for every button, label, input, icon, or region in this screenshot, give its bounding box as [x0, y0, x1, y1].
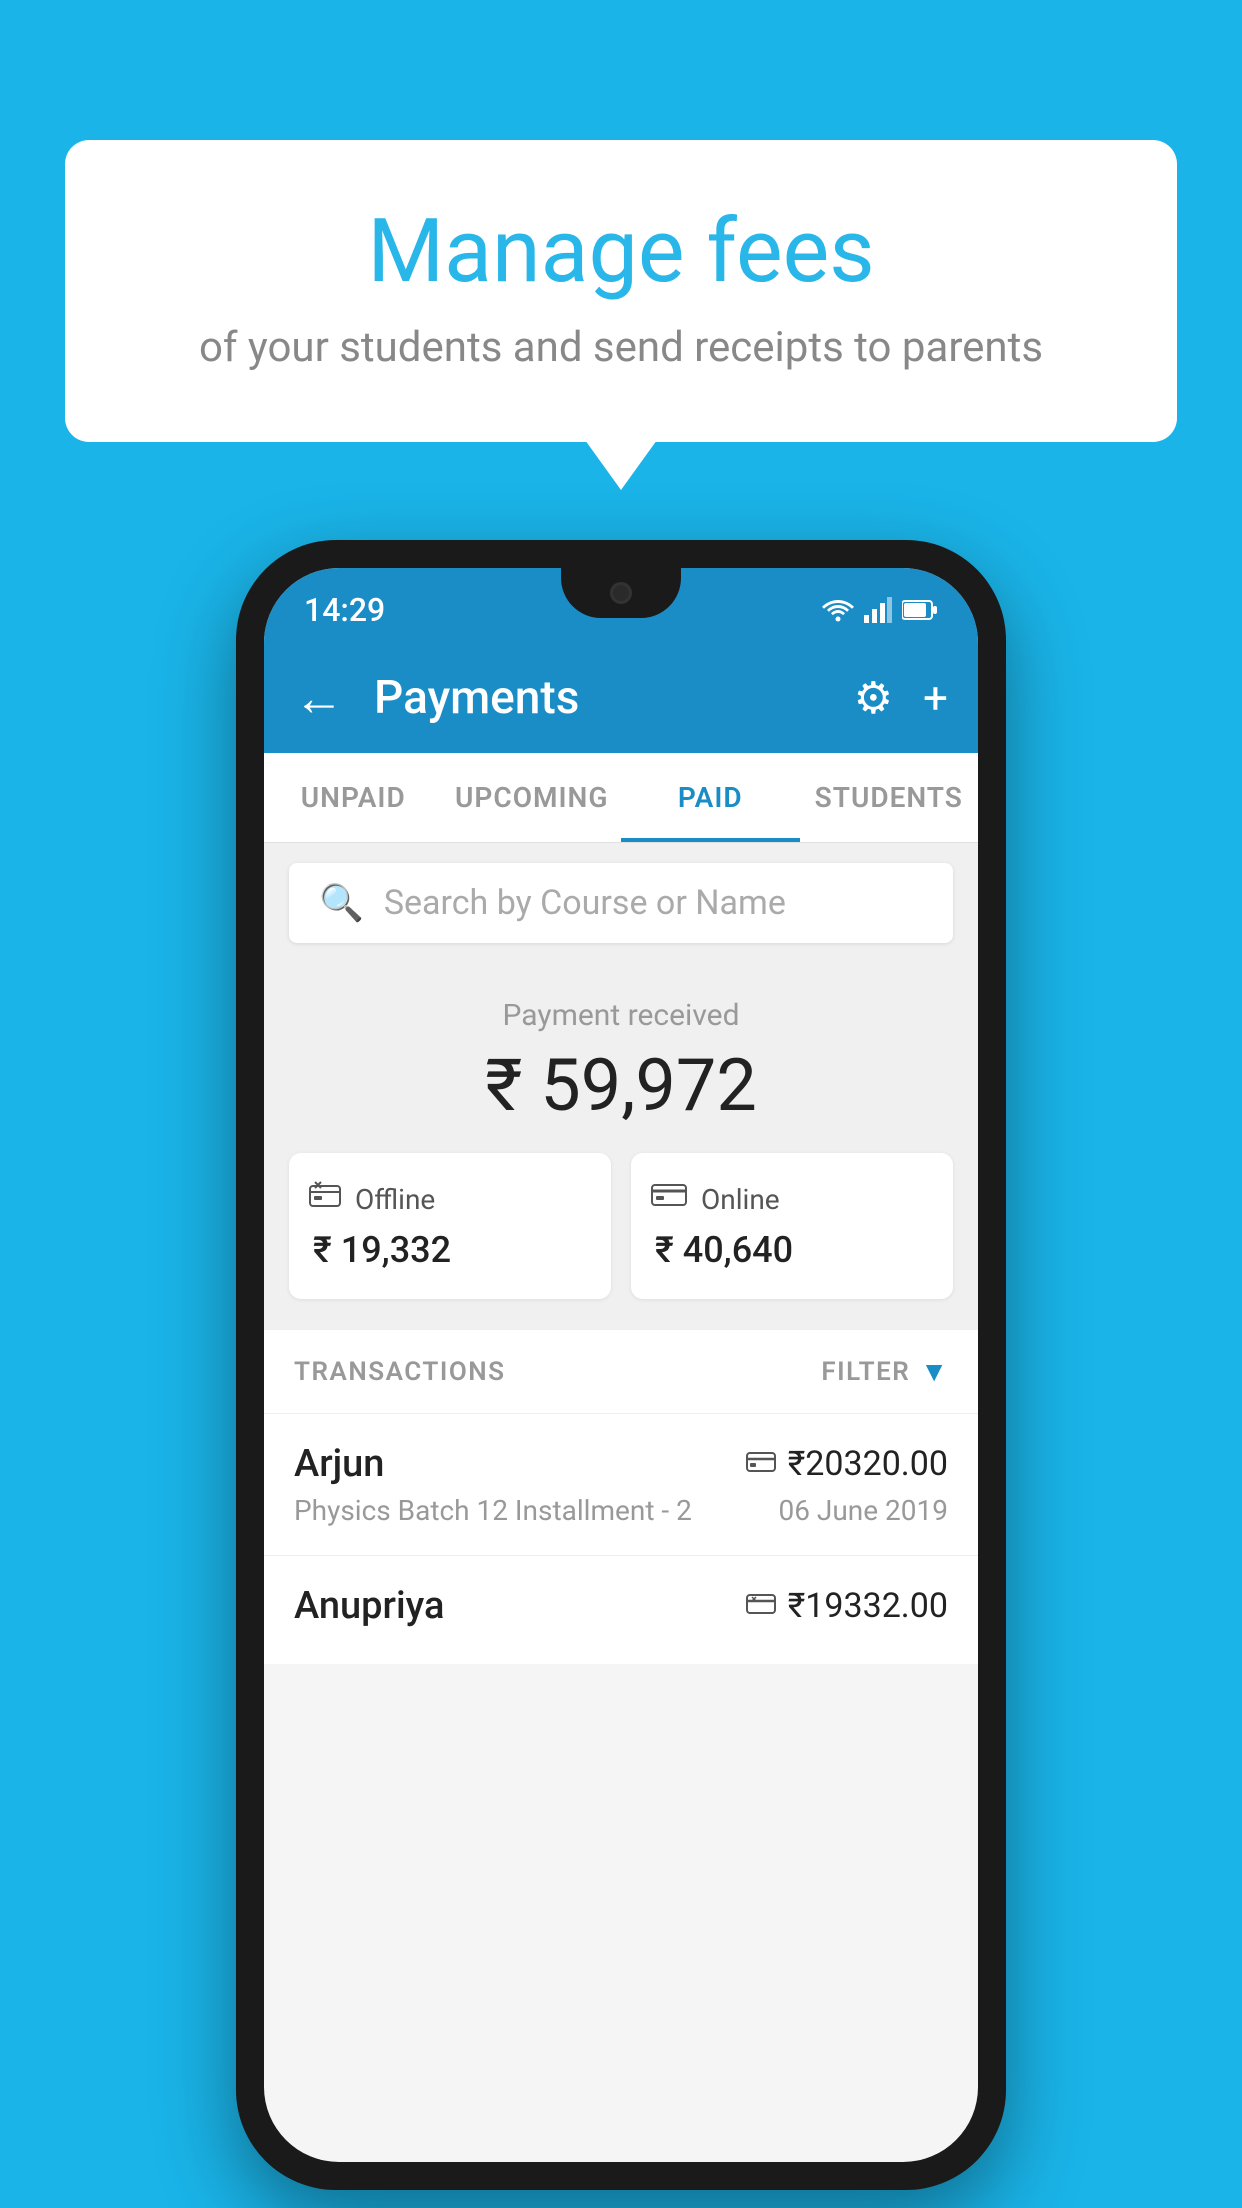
online-label: Online: [701, 1183, 780, 1216]
signal-icon: [864, 597, 892, 623]
tab-students[interactable]: STUDENTS: [800, 753, 979, 842]
offline-payment-card: Offline ₹ 19,332: [289, 1153, 611, 1299]
tabs-container: UNPAID UPCOMING PAID STUDENTS: [264, 753, 978, 843]
phone-screen: 14:29: [264, 568, 978, 2162]
speech-bubble-container: Manage fees of your students and send re…: [65, 140, 1177, 442]
transaction-type-icon-arjun: [746, 1451, 776, 1477]
transaction-type-icon-anupriya: [746, 1593, 776, 1619]
back-button[interactable]: ←: [294, 669, 344, 728]
transaction-top-arjun: Arjun ₹20320.00: [294, 1442, 948, 1486]
speech-bubble-title: Manage fees: [145, 200, 1097, 303]
offline-card-header: Offline: [309, 1181, 435, 1217]
status-time: 14:29: [304, 591, 385, 629]
app-bar-actions: ⚙ +: [854, 672, 948, 724]
search-input[interactable]: Search by Course or Name: [384, 883, 786, 923]
offline-icon: [309, 1181, 341, 1217]
app-bar: ← Payments ⚙ +: [264, 643, 978, 753]
search-bar[interactable]: 🔍 Search by Course or Name: [289, 863, 953, 943]
transaction-amount-anupriya: ₹19332.00: [746, 1586, 948, 1626]
settings-button[interactable]: ⚙: [854, 672, 893, 724]
speech-bubble-subtitle: of your students and send receipts to pa…: [145, 323, 1097, 372]
filter-label: FILTER: [821, 1357, 910, 1387]
transaction-amount-arjun: ₹20320.00: [746, 1444, 948, 1484]
search-icon: 🔍: [319, 882, 364, 924]
tab-unpaid[interactable]: UNPAID: [264, 753, 443, 842]
filter-container[interactable]: FILTER ▼: [821, 1355, 948, 1388]
status-icons: [822, 597, 938, 623]
transaction-amount-value-anupriya: ₹19332.00: [788, 1586, 948, 1626]
add-button[interactable]: +: [923, 672, 948, 724]
phone-device: 14:29: [236, 540, 1006, 2190]
transaction-name-anupriya: Anupriya: [294, 1584, 444, 1628]
offline-amount: ₹ 19,332: [309, 1229, 451, 1271]
payment-cards: Offline ₹ 19,332: [289, 1153, 953, 1299]
online-payment-card: Online ₹ 40,640: [631, 1153, 953, 1299]
tab-upcoming[interactable]: UPCOMING: [443, 753, 622, 842]
transaction-row-arjun[interactable]: Arjun ₹20320.00: [264, 1413, 978, 1555]
payment-total-amount: ₹ 59,972: [289, 1043, 953, 1128]
transaction-amount-value-arjun: ₹20320.00: [788, 1444, 948, 1484]
wifi-icon: [822, 597, 854, 623]
payment-received-label: Payment received: [289, 998, 953, 1033]
transaction-top-anupriya: Anupriya ₹19332.00: [294, 1584, 948, 1628]
transactions-header: TRANSACTIONS FILTER ▼: [264, 1329, 978, 1413]
online-card-header: Online: [651, 1181, 780, 1217]
speech-bubble: Manage fees of your students and send re…: [65, 140, 1177, 442]
battery-icon: [902, 599, 938, 621]
payment-summary: Payment received ₹ 59,972: [264, 963, 978, 1329]
tab-paid[interactable]: PAID: [621, 753, 800, 842]
online-amount: ₹ 40,640: [651, 1229, 793, 1271]
phone-notch: [561, 568, 681, 618]
transaction-date-arjun: 06 June 2019: [778, 1494, 948, 1527]
transaction-row-anupriya[interactable]: Anupriya ₹19332.00: [264, 1555, 978, 1664]
transaction-bottom-arjun: Physics Batch 12 Installment - 2 06 June…: [294, 1494, 948, 1527]
transaction-course-arjun: Physics Batch 12 Installment - 2: [294, 1494, 692, 1527]
filter-icon: ▼: [920, 1355, 948, 1388]
offline-label: Offline: [355, 1183, 435, 1216]
notch-camera: [610, 582, 632, 604]
transactions-label: TRANSACTIONS: [294, 1357, 506, 1387]
transaction-name-arjun: Arjun: [294, 1442, 384, 1486]
phone-outer: 14:29: [236, 540, 1006, 2190]
online-icon: [651, 1181, 687, 1217]
app-bar-title: Payments: [374, 671, 834, 725]
search-container: 🔍 Search by Course or Name: [264, 843, 978, 963]
